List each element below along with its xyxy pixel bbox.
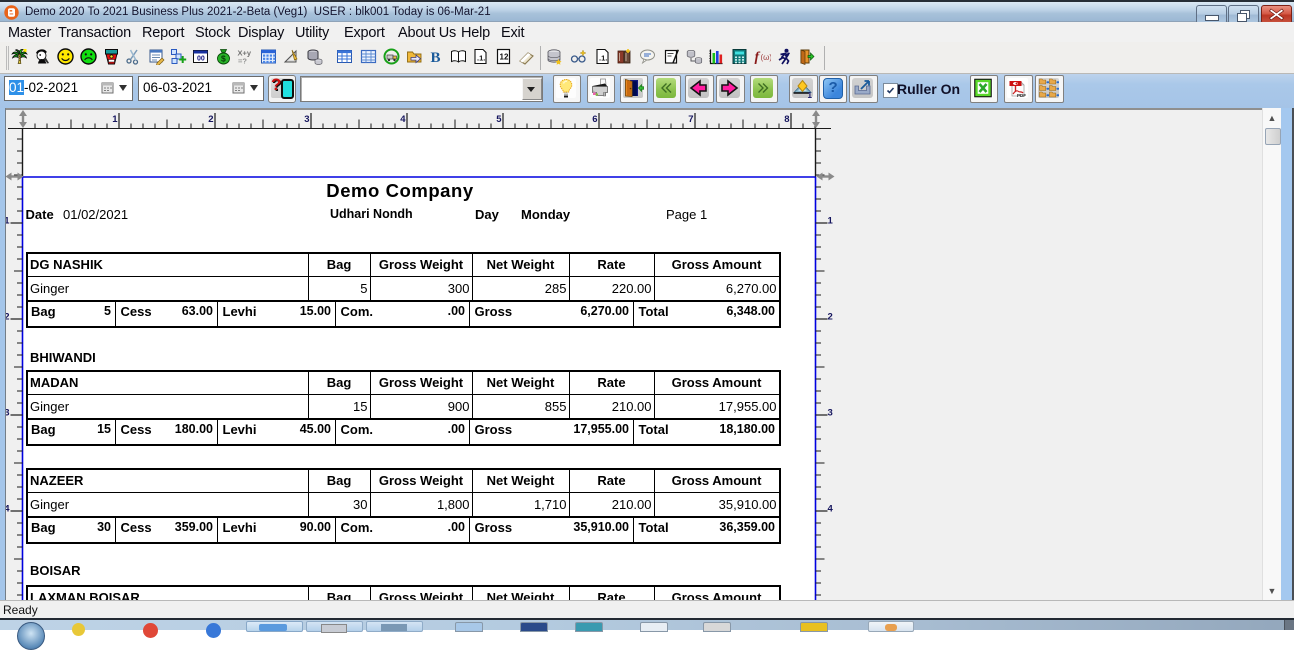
svg-text:.1.: .1. bbox=[599, 54, 607, 63]
svg-text:5: 5 bbox=[496, 114, 502, 125]
svg-text:00: 00 bbox=[197, 56, 205, 63]
svg-text:3: 3 bbox=[304, 114, 309, 125]
svg-text:1: 1 bbox=[112, 114, 118, 125]
svg-text:2: 2 bbox=[208, 114, 213, 125]
svg-text:1: 1 bbox=[828, 216, 834, 227]
svg-text:7: 7 bbox=[688, 114, 693, 125]
svg-text:12: 12 bbox=[499, 53, 508, 62]
svg-text:$: $ bbox=[221, 54, 226, 64]
svg-text:.1.: .1. bbox=[477, 54, 485, 63]
svg-text:(ω): (ω) bbox=[760, 53, 771, 62]
svg-text:4: 4 bbox=[400, 114, 406, 125]
svg-text:3: 3 bbox=[828, 408, 833, 419]
svg-text:B: B bbox=[430, 50, 440, 65]
svg-text:PDF: PDF bbox=[1017, 93, 1026, 98]
svg-text:4: 4 bbox=[828, 504, 834, 515]
svg-text:6: 6 bbox=[592, 114, 597, 125]
svg-text:=?: =? bbox=[238, 57, 247, 66]
svg-text:2: 2 bbox=[828, 312, 833, 323]
svg-text:1: 1 bbox=[808, 91, 813, 98]
svg-text:8: 8 bbox=[784, 114, 789, 125]
